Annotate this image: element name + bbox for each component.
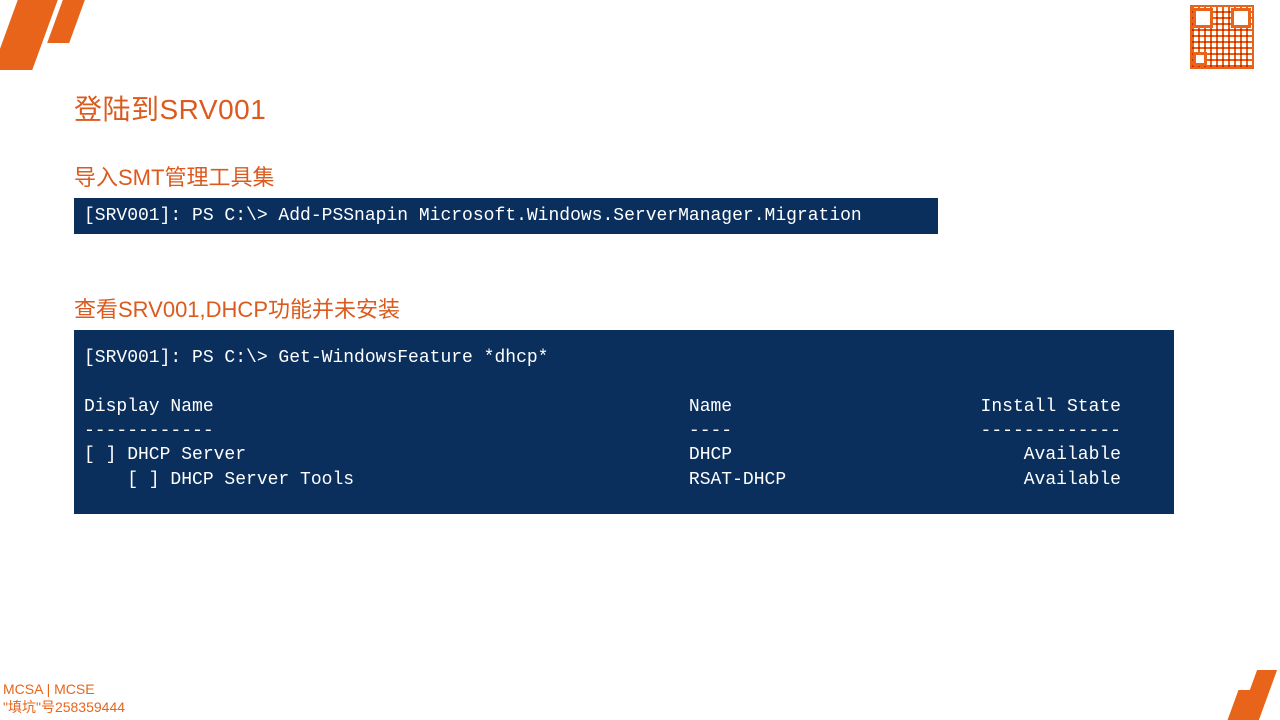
footer-line1: MCSA | MCSE	[3, 681, 125, 699]
subheading-check-dhcp: 查看SRV001,DHCP功能并未安装	[74, 292, 1190, 324]
footer-line2: "填坑"号258359444	[3, 699, 125, 717]
powershell-block-getfeature: [SRV001]: PS C:\> Get-WindowsFeature *dh…	[74, 330, 1174, 514]
footer-credits: MCSA | MCSE "填坑"号258359444	[3, 681, 125, 716]
qr-code-icon	[1190, 5, 1254, 69]
powershell-block-addsnapin: [SRV001]: PS C:\> Add-PSSnapin Microsoft…	[74, 198, 938, 234]
slide-content: 登陆到SRV001 导入SMT管理工具集 [SRV001]: PS C:\> A…	[74, 88, 1190, 514]
main-heading: 登陆到SRV001	[74, 88, 1190, 128]
subheading-import-smt: 导入SMT管理工具集	[74, 160, 1190, 192]
